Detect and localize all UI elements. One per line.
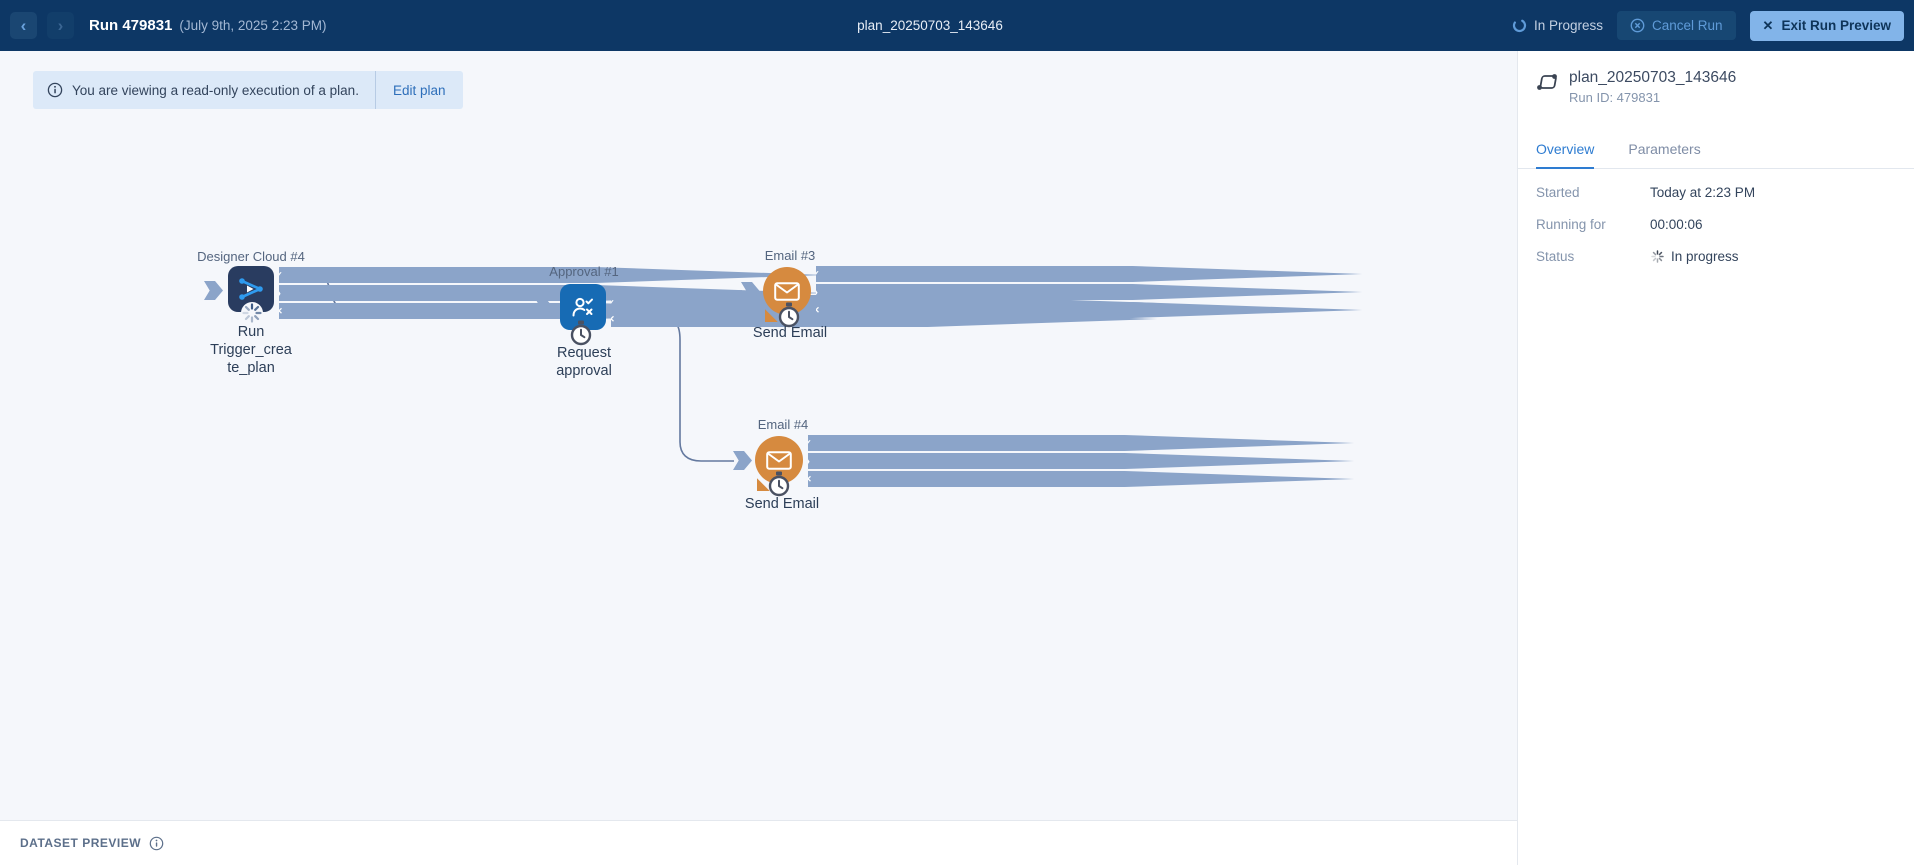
node-name-request-approval: Request approval (509, 344, 659, 380)
row-running-for: Running for 00:00:06 (1536, 217, 1896, 232)
node-title-email4: Email #4 (683, 417, 883, 432)
edit-plan-link[interactable]: Edit plan (375, 71, 463, 109)
dataset-preview-bar[interactable]: DATASET PREVIEW (0, 820, 1517, 865)
info-icon (47, 82, 63, 98)
email4-input-port[interactable] (733, 451, 752, 470)
row-status: Status (1536, 249, 1896, 264)
panel-tabs: Overview Parameters (1518, 141, 1914, 169)
tab-overview[interactable]: Overview (1536, 141, 1594, 169)
topbar-actions: In Progress Cancel Run ✕ Exit Run Previe… (1512, 0, 1904, 51)
cancel-run-label: Cancel Run (1652, 18, 1723, 33)
run-timestamp: (July 9th, 2025 2:23 PM) (179, 18, 326, 33)
run-details-panel: plan_20250703_143646 Run ID: 479831 Over… (1517, 51, 1914, 865)
top-bar: ‹ › Run 479831 (July 9th, 2025 2:23 PM) … (0, 0, 1914, 51)
approval-person-icon (569, 293, 597, 321)
run-status-indicator: In Progress (1512, 18, 1603, 33)
arrow-icon: › (277, 286, 281, 300)
readonly-banner-message: You are viewing a read-only execution of… (72, 83, 359, 98)
email3-failure-port[interactable]: ✕ (816, 302, 1362, 318)
status-value: In progress (1671, 249, 1739, 264)
x-icon: ✕ (804, 474, 812, 485)
readonly-banner-message-group: You are viewing a read-only execution of… (33, 71, 375, 109)
email3-success-port[interactable]: ✓ (816, 266, 1362, 282)
plan-icon (1536, 72, 1559, 105)
exit-run-preview-label: Exit Run Preview (1781, 18, 1891, 33)
run-title-group: Run 479831 (July 9th, 2025 2:23 PM) (89, 0, 326, 51)
check-icon: ✓ (812, 269, 820, 280)
email4-failure-port[interactable]: ✕ (808, 471, 1354, 487)
back-button[interactable]: ‹ (10, 12, 37, 39)
close-icon: ✕ (1763, 18, 1774, 34)
email-envelope-icon (774, 282, 800, 301)
run-title: Run 479831 (89, 17, 172, 34)
row-value: Today at 2:23 PM (1650, 185, 1755, 200)
plan-canvas[interactable]: You are viewing a read-only execution of… (0, 51, 1517, 865)
row-started: Started Today at 2:23 PM (1536, 185, 1896, 200)
email4-output-port[interactable]: › (808, 453, 1354, 469)
spinner-icon (1512, 18, 1527, 33)
email3-output-port[interactable]: › (816, 284, 1362, 300)
row-value: In progress (1650, 249, 1739, 264)
node-title-designer-cloud: Designer Cloud #4 (151, 249, 351, 264)
info-icon[interactable] (149, 836, 164, 851)
chevron-left-icon: ‹ (21, 16, 27, 36)
topbar-plan-title: plan_20250703_143646 (857, 0, 1003, 51)
readonly-banner: You are viewing a read-only execution of… (33, 71, 463, 109)
busy-spinner-icon (1650, 249, 1665, 264)
cancel-circle-icon (1630, 18, 1645, 33)
row-label: Running for (1536, 217, 1650, 232)
row-label: Status (1536, 249, 1650, 264)
overview-rows: Started Today at 2:23 PM Running for 00:… (1536, 185, 1896, 264)
dataset-preview-label: DATASET PREVIEW (20, 836, 141, 850)
arrow-icon: › (806, 454, 810, 468)
exit-run-preview-button[interactable]: ✕ Exit Run Preview (1750, 11, 1904, 41)
node-name-run-trigger: Run Trigger_crea te_plan (176, 323, 326, 377)
email4-success-port[interactable]: ✓ (808, 435, 1354, 451)
row-label: Started (1536, 185, 1650, 200)
pending-clock-badge (570, 320, 592, 347)
status-label: In Progress (1534, 18, 1603, 33)
panel-header: plan_20250703_143646 Run ID: 479831 (1536, 69, 1896, 105)
app-root: ‹ › Run 479831 (July 9th, 2025 2:23 PM) … (0, 0, 1914, 865)
row-value: 00:00:06 (1650, 217, 1703, 232)
x-icon: ✕ (275, 306, 283, 317)
check-icon: ✓ (275, 270, 283, 281)
pending-clock-badge (768, 471, 790, 498)
node-title-approval: Approval #1 (484, 264, 684, 279)
trigger-input-port[interactable] (204, 281, 223, 300)
chevron-right-icon: › (58, 16, 64, 36)
panel-plan-title: plan_20250703_143646 (1569, 69, 1736, 87)
cancel-run-button[interactable]: Cancel Run (1617, 11, 1736, 40)
node-name-send-email4: Send Email (707, 495, 857, 513)
node-name-send-email3: Send Email (715, 324, 865, 342)
panel-run-id: Run ID: 479831 (1569, 90, 1736, 105)
email-envelope-icon (766, 451, 792, 470)
forward-button[interactable]: › (47, 12, 74, 39)
check-icon: ✓ (804, 438, 812, 449)
node-title-email3: Email #3 (690, 248, 890, 263)
tab-parameters[interactable]: Parameters (1628, 141, 1700, 168)
